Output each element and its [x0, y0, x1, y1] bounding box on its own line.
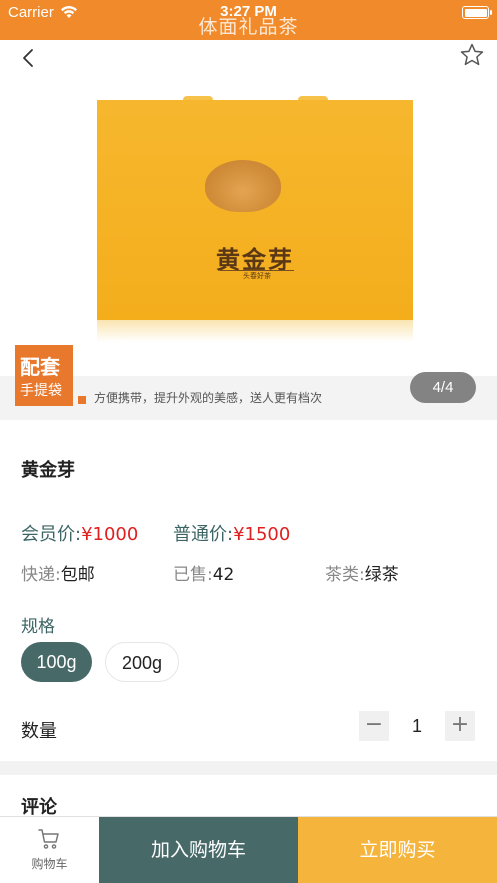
member-price-value: ¥1000: [81, 524, 139, 545]
bag-subtitle-text: 头春好茶: [220, 270, 294, 281]
spec-option-100g[interactable]: 100g: [21, 642, 92, 682]
regular-price-label: 普通价:: [173, 524, 234, 545]
add-to-cart-button[interactable]: 加入购物车: [99, 817, 298, 883]
section-divider: [0, 761, 497, 775]
tea-type-label: 茶类:: [325, 565, 365, 585]
battery-icon: [462, 6, 492, 19]
spec-title: 规格: [21, 617, 55, 637]
promo-badge-line2: 手提袋: [20, 383, 62, 399]
shipping-label: 快递:: [21, 565, 61, 585]
sold-label: 已售:: [173, 565, 213, 585]
star-icon[interactable]: [459, 42, 485, 68]
buy-now-button[interactable]: 立即购买: [298, 817, 497, 883]
status-time: 3:27 PM: [220, 3, 277, 20]
member-price: 会员价:¥1000: [21, 520, 138, 546]
quantity-label: 数量: [21, 721, 57, 742]
promo-caption: 方便携带，提升外观的美感，送人更有档次: [94, 391, 323, 405]
quantity-minus-button[interactable]: −: [359, 711, 389, 741]
promo-dot: [78, 396, 86, 404]
shipping-info: 快递:包邮: [21, 560, 95, 585]
quantity-plus-button[interactable]: +: [445, 711, 475, 741]
cart-tab[interactable]: 购物车: [0, 817, 99, 883]
tea-type-info: 茶类:绿茶: [325, 560, 399, 585]
back-arrow-icon: [23, 49, 33, 67]
product-name: 黄金芽: [21, 460, 75, 481]
bottom-action-bar: 购物车 加入购物车 立即购买: [0, 816, 497, 883]
sold-value: 42: [212, 565, 235, 585]
product-image-gallery[interactable]: 黄金芽 头春好茶 配套 手提袋 方便携带，提升外观的美感，送人更有档次 4/4: [0, 40, 497, 420]
shipping-value: 包邮: [60, 565, 95, 585]
cart-label: 购物车: [31, 857, 68, 871]
spec-option-200g[interactable]: 200g: [105, 642, 179, 682]
regular-price: 普通价:¥1500: [173, 520, 290, 546]
status-bar: Carrier 体面礼品茶 3:27 PM: [0, 0, 497, 40]
cart-icon: [38, 829, 59, 849]
bag-leaf-window: [205, 160, 281, 212]
tea-type-value: 绿茶: [364, 565, 399, 585]
bag-shadow: [97, 320, 413, 342]
regular-price-value: ¥1500: [233, 524, 291, 545]
image-page-indicator: 4/4: [410, 372, 476, 403]
back-button[interactable]: [14, 44, 42, 72]
promo-badge: 配套 手提袋: [15, 345, 73, 406]
member-price-label: 会员价:: [21, 524, 82, 545]
sold-info: 已售:42: [173, 560, 234, 585]
quantity-value: 1: [411, 716, 422, 736]
promo-badge-line1: 配套: [20, 355, 60, 379]
